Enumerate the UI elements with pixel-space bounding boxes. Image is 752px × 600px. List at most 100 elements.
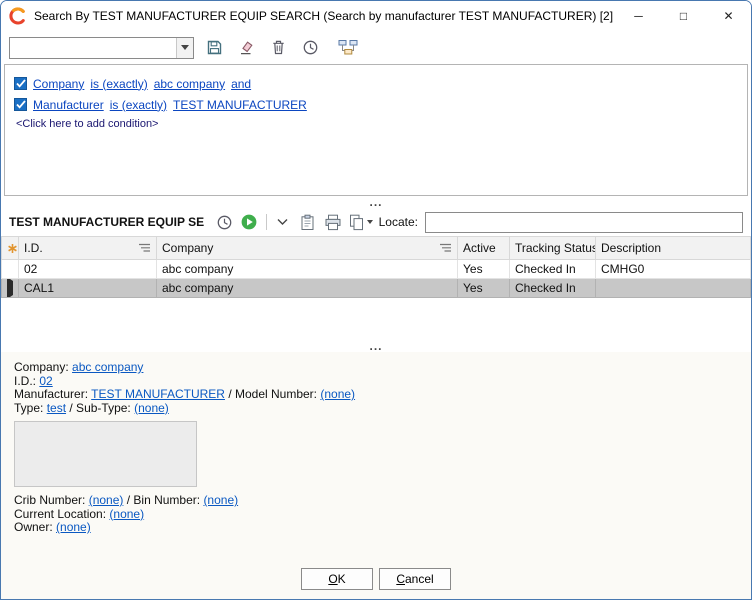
printer-icon xyxy=(324,214,342,231)
company-link[interactable]: abc company xyxy=(72,360,143,374)
cell-description: CMHG0 xyxy=(596,260,751,279)
crib-number-label: Crib Number: xyxy=(14,493,85,507)
column-header-id[interactable]: I.D. xyxy=(19,237,157,260)
minimize-button[interactable]: ─ xyxy=(616,1,661,31)
condition-checkbox[interactable] xyxy=(14,98,27,111)
column-header-active[interactable]: Active xyxy=(458,237,510,260)
trash-icon xyxy=(270,39,287,56)
horizontal-splitter[interactable]: ... xyxy=(1,340,751,352)
condition-field-link[interactable]: Manufacturer xyxy=(33,98,104,112)
search-history-button[interactable] xyxy=(298,36,322,60)
horizontal-splitter[interactable]: ... xyxy=(1,196,751,208)
detail-panel: Company: abc company I.D.: 02 Manufactur… xyxy=(1,352,751,559)
chevron-down-icon xyxy=(367,220,373,224)
window-title: Search By TEST MANUFACTURER EQUIP SEARCH… xyxy=(34,9,616,23)
run-search-button[interactable] xyxy=(239,210,260,234)
chevron-down-icon xyxy=(277,218,288,226)
manufacturer-link[interactable]: TEST MANUFACTURER xyxy=(91,387,225,401)
results-toolbar: TEST MANUFACTURER EQUIP SE xyxy=(1,208,751,236)
condition-field-link[interactable]: Company xyxy=(33,77,84,91)
sort-icon xyxy=(138,243,151,253)
subtype-link[interactable]: (none) xyxy=(134,401,169,415)
saved-search-input[interactable] xyxy=(10,38,176,58)
delete-search-button[interactable] xyxy=(266,36,290,60)
save-search-button[interactable] xyxy=(202,36,226,60)
ok-button[interactable]: OK xyxy=(301,568,373,590)
id-link[interactable]: 02 xyxy=(39,374,52,388)
detail-location-line: Current Location: (none) xyxy=(14,508,738,522)
type-label: Type: xyxy=(14,401,43,415)
manufacturer-label: Manufacturer: xyxy=(14,387,88,401)
type-link[interactable]: test xyxy=(47,401,66,415)
search-window: Search By TEST MANUFACTURER EQUIP SEARCH… xyxy=(0,0,752,600)
titlebar: Search By TEST MANUFACTURER EQUIP SEARCH… xyxy=(1,1,751,31)
detail-crib-line: Crib Number: (none) / Bin Number: (none) xyxy=(14,494,738,508)
condition-operator-link[interactable]: is (exactly) xyxy=(110,98,167,112)
results-title: TEST MANUFACTURER EQUIP SE xyxy=(9,215,204,229)
model-number-label: / Model Number: xyxy=(228,387,317,401)
dialog-footer: OK Cancel xyxy=(1,559,751,599)
caption-buttons: ─ □ ✕ xyxy=(616,1,751,31)
row-indicator-cell xyxy=(2,260,19,279)
condition-value-link[interactable]: abc company xyxy=(154,77,225,91)
bin-number-label: / Bin Number: xyxy=(127,493,200,507)
add-condition-link[interactable]: <Click here to add condition> xyxy=(16,118,158,130)
detail-type-line: Type: test / Sub-Type: (none) xyxy=(14,402,738,416)
cell-id: 02 xyxy=(19,260,157,279)
detail-owner-line: Owner: (none) xyxy=(14,521,738,535)
current-row-arrow-icon xyxy=(7,279,13,298)
condition-conjunction-link[interactable]: and xyxy=(231,77,251,91)
cell-active: Yes xyxy=(458,279,510,298)
model-number-link[interactable]: (none) xyxy=(320,387,355,401)
current-location-label: Current Location: xyxy=(14,507,106,521)
current-location-link[interactable]: (none) xyxy=(109,507,144,521)
detail-manufacturer-line: Manufacturer: TEST MANUFACTURER / Model … xyxy=(14,388,738,402)
row-indicator-cell xyxy=(2,279,19,298)
conditions-panel: Company is (exactly) abc company and Man… xyxy=(4,64,748,196)
clock-icon xyxy=(216,214,233,231)
manage-searches-button[interactable] xyxy=(336,36,360,60)
cancel-button[interactable]: Cancel xyxy=(379,568,451,590)
column-header-tracking-status[interactable]: Tracking Status xyxy=(510,237,596,260)
grid-header-row: I.D. Company Active Tracking Status Desc… xyxy=(2,237,751,260)
asterisk-icon xyxy=(7,243,13,254)
copy-report-icon xyxy=(349,214,373,231)
cell-company: abc company xyxy=(157,260,458,279)
id-label: I.D.: xyxy=(14,374,36,388)
results-history-button[interactable] xyxy=(214,210,235,234)
sort-icon xyxy=(439,243,452,253)
toolbar-separator xyxy=(266,214,267,230)
clock-icon xyxy=(302,39,319,56)
condition-value-link[interactable]: TEST MANUFACTURER xyxy=(173,98,307,112)
clipboard-icon xyxy=(299,214,316,231)
report-button[interactable] xyxy=(347,210,375,234)
run-icon xyxy=(240,213,258,231)
cell-description xyxy=(596,279,751,298)
crib-number-link[interactable]: (none) xyxy=(89,493,124,507)
locate-input[interactable] xyxy=(425,212,743,233)
cell-company: abc company xyxy=(157,279,458,298)
grid-row[interactable]: 02 abc company Yes Checked In CMHG0 xyxy=(2,260,751,279)
maximize-button[interactable]: □ xyxy=(661,1,706,31)
condition-operator-link[interactable]: is (exactly) xyxy=(90,77,147,91)
paste-button[interactable] xyxy=(297,210,318,234)
eraser-icon xyxy=(238,39,255,56)
bin-number-link[interactable]: (none) xyxy=(203,493,238,507)
company-label: Company: xyxy=(14,360,69,374)
column-header-description[interactable]: Description xyxy=(596,237,751,260)
column-header-company[interactable]: Company xyxy=(157,237,458,260)
print-button[interactable] xyxy=(322,210,343,234)
locate-label: Locate: xyxy=(379,215,418,229)
locate-group: Locate: xyxy=(379,212,743,233)
subtype-label: / Sub-Type: xyxy=(69,401,130,415)
close-button[interactable]: ✕ xyxy=(706,1,751,31)
clear-search-button[interactable] xyxy=(234,36,258,60)
grid-row-selected[interactable]: CAL1 abc company Yes Checked In xyxy=(2,279,751,298)
search-toolbar xyxy=(1,31,751,64)
run-options-dropdown-button[interactable] xyxy=(273,210,294,234)
owner-link[interactable]: (none) xyxy=(56,520,91,534)
cell-id: CAL1 xyxy=(19,279,157,298)
combo-dropdown-button[interactable] xyxy=(176,38,193,58)
condition-checkbox[interactable] xyxy=(14,77,27,90)
condition-row: Company is (exactly) abc company and xyxy=(14,73,738,94)
